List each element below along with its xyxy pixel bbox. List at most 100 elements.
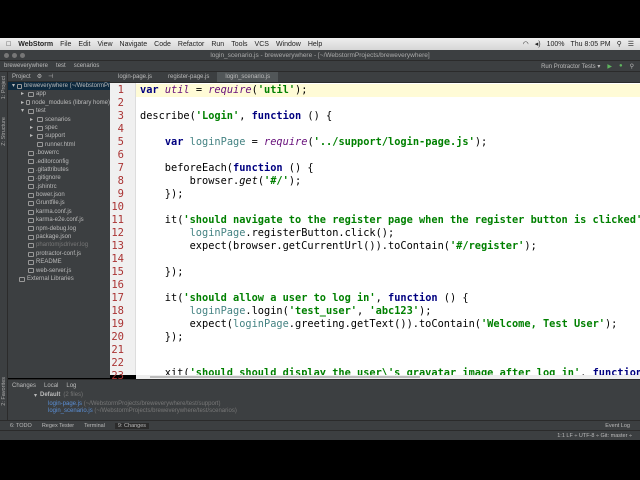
menu-run[interactable]: Run xyxy=(211,41,224,48)
collapsed-arrow-icon[interactable]: ▸ xyxy=(30,124,35,132)
folder-icon xyxy=(37,117,43,123)
spotlight-icon[interactable]: ⚲ xyxy=(617,40,622,48)
todo-tool-button[interactable]: 6: TODO xyxy=(10,423,32,429)
tree-item[interactable]: .jshintrc xyxy=(8,183,110,191)
clock[interactable]: Thu 8:05 PM xyxy=(571,41,611,48)
file-name[interactable]: login_scenario.js xyxy=(48,408,93,414)
collapsed-arrow-icon[interactable]: ▸ xyxy=(21,99,24,107)
breadcrumb-scenarios[interactable]: scenarios xyxy=(74,63,100,69)
search-everywhere-icon[interactable]: ⚲ xyxy=(630,63,634,70)
tree-item[interactable]: .gitignore xyxy=(8,174,110,182)
tree-item[interactable]: karma-e2e.conf.js xyxy=(8,216,110,224)
minimize-window-button[interactable] xyxy=(12,53,17,58)
tree-item[interactable]: ▸ spec xyxy=(8,124,110,132)
changelist-name[interactable]: Default xyxy=(40,392,60,399)
tree-item[interactable]: karma.conf.js xyxy=(8,208,110,216)
tree-item[interactable]: External Libraries xyxy=(8,275,110,283)
battery-percent[interactable]: 100% xyxy=(547,41,565,48)
menu-edit[interactable]: Edit xyxy=(78,41,90,48)
tree-item[interactable]: .bowerrc xyxy=(8,149,110,157)
menu-app[interactable]: WebStorm xyxy=(18,41,53,48)
status-info[interactable]: 1:1 LF ÷ UTF-8 ÷ Git: master ÷ xyxy=(557,433,632,439)
file-icon xyxy=(28,217,34,223)
collapsed-arrow-icon[interactable]: ▸ xyxy=(30,132,35,140)
folder-icon xyxy=(37,134,43,140)
tree-item[interactable]: ▸ support xyxy=(8,132,110,140)
project-tree: ▾ breweverywhere (~/WebstormPr ▸ app ▸ node_m… xyxy=(8,82,110,378)
apple-icon[interactable]:  xyxy=(6,41,11,48)
log-tab[interactable]: Log xyxy=(66,383,76,389)
breadcrumb-test[interactable]: test xyxy=(56,63,66,69)
tree-item[interactable]: ▸ app xyxy=(8,90,110,98)
structure-tool-tab[interactable]: Z: Structure xyxy=(1,117,7,146)
code-editor[interactable]: var util = require('util'); describe('Lo… xyxy=(136,83,640,375)
tab-login-scenario[interactable]: login_scenario.js xyxy=(217,72,279,82)
close-window-button[interactable] xyxy=(4,53,9,58)
file-name[interactable]: login-page.js xyxy=(48,401,82,407)
menu-tools[interactable]: Tools xyxy=(231,41,247,48)
menu-window[interactable]: Window xyxy=(276,41,301,48)
tree-item[interactable]: package.json xyxy=(8,233,110,241)
line-number: 7 xyxy=(117,162,124,174)
tree-item[interactable]: runner.html xyxy=(8,141,110,149)
local-tab[interactable]: Local xyxy=(44,383,58,389)
tree-item[interactable]: bower.json xyxy=(8,191,110,199)
tree-item[interactable]: .gitattributes xyxy=(8,166,110,174)
expanded-arrow-icon[interactable]: ▾ xyxy=(12,82,15,90)
tree-item[interactable]: web-server.js xyxy=(8,267,110,275)
code-line: loginPage.registerButton.click(); xyxy=(189,227,395,239)
wifi-icon[interactable]: ◠ xyxy=(523,40,529,48)
volume-icon[interactable]: ◂) xyxy=(535,40,541,48)
run-config-select[interactable]: Run Protractor Tests ▾ xyxy=(541,63,600,70)
changes-tool-button[interactable]: 9: Changes xyxy=(114,422,150,429)
tree-item[interactable]: ▾ breweverywhere (~/WebstormPr xyxy=(8,82,110,91)
changes-tab[interactable]: Changes xyxy=(12,383,36,389)
line-number: 4 xyxy=(117,123,124,135)
file-icon xyxy=(28,268,34,274)
settings-icon[interactable]: ⚙ xyxy=(37,73,42,80)
project-view-select[interactable]: Project xyxy=(12,74,31,80)
zoom-window-button[interactable] xyxy=(20,53,25,58)
tree-item[interactable]: ▸ node_modules (library home) xyxy=(8,99,110,107)
menu-refactor[interactable]: Refactor xyxy=(178,41,204,48)
menu-vcs[interactable]: VCS xyxy=(255,41,269,48)
regex-tester-tool-button[interactable]: Regex Tester xyxy=(42,423,74,429)
line-number: 5 xyxy=(117,136,124,148)
tab-login-page[interactable]: login-page.js xyxy=(110,72,160,82)
collapsed-arrow-icon[interactable]: ▸ xyxy=(21,90,26,98)
tree-item[interactable]: phantomjsdriver.log xyxy=(8,241,110,249)
favorites-tool-tab[interactable]: 2: Favorites xyxy=(1,377,7,406)
collapse-icon[interactable]: ⊣ xyxy=(48,73,53,80)
menu-file[interactable]: File xyxy=(60,41,71,48)
folder-icon xyxy=(17,83,22,89)
tab-register-page[interactable]: register-page.js xyxy=(160,72,217,82)
notification-icon[interactable]: ☰ xyxy=(628,40,634,48)
terminal-tool-button[interactable]: Terminal xyxy=(84,423,105,429)
debug-icon[interactable]: ● xyxy=(619,63,623,69)
tree-item[interactable]: ▸ scenarios xyxy=(8,116,110,124)
menu-navigate[interactable]: Navigate xyxy=(120,41,148,48)
tree-item[interactable]: .editorconfig xyxy=(8,158,110,166)
tree-item[interactable]: ▾ test xyxy=(8,107,110,115)
tree-item[interactable]: protractor-conf.js xyxy=(8,250,110,258)
line-number: 22 xyxy=(111,357,124,369)
run-icon[interactable]: ▶ xyxy=(607,63,612,70)
tree-item-label: scenarios xyxy=(45,116,71,123)
menu-code[interactable]: Code xyxy=(154,41,171,48)
expand-icon[interactable]: ▾ xyxy=(34,392,37,399)
collapsed-arrow-icon[interactable]: ▸ xyxy=(30,116,35,124)
tree-item[interactable]: Gruntfile.js xyxy=(8,199,110,207)
menu-help[interactable]: Help xyxy=(308,41,322,48)
tree-item[interactable]: README xyxy=(8,258,110,266)
event-log-button[interactable]: Event Log xyxy=(605,423,640,429)
line-number: 3 xyxy=(117,110,124,122)
tree-item[interactable]: npm-debug.log xyxy=(8,225,110,233)
line-number: 21 xyxy=(111,344,124,356)
changed-file[interactable]: login-page.js (~/WebstormProjects/brewev… xyxy=(8,401,640,407)
changed-file[interactable]: login_scenario.js (~/WebstormProjects/br… xyxy=(8,408,640,414)
menu-view[interactable]: View xyxy=(97,41,112,48)
expanded-arrow-icon[interactable]: ▾ xyxy=(21,107,26,115)
scrollbar-thumb[interactable] xyxy=(150,376,420,378)
project-tool-tab[interactable]: 1: Project xyxy=(1,76,7,99)
breadcrumb-project[interactable]: breweverywhere xyxy=(4,63,48,69)
